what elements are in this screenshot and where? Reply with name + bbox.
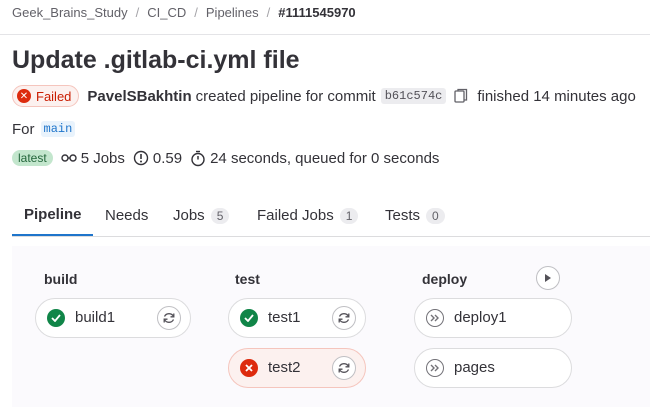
pipeline-icon: [60, 154, 77, 162]
status-badge-label: Failed: [36, 88, 72, 104]
for-label: For: [12, 120, 35, 138]
breadcrumb-separator: /: [135, 4, 140, 20]
job-name: test2: [268, 359, 301, 376]
tab-tests[interactable]: Tests 0: [385, 195, 445, 236]
job-test1[interactable]: test1: [228, 298, 366, 338]
failed-status-icon: [240, 359, 258, 377]
duration-text: 24 seconds, queued for 0 seconds: [210, 149, 440, 167]
failed-status-icon: ✕: [17, 89, 31, 103]
header-divider: [0, 34, 650, 35]
status-badge[interactable]: ✕ Failed: [12, 85, 80, 107]
pipeline-info-row: ✕ Failed PavelSBakhtin created pipeline …: [12, 85, 636, 107]
retry-icon[interactable]: [332, 306, 356, 330]
breadcrumb-separator: /: [266, 4, 271, 20]
jobs-summary-text: 5 Jobs: [80, 149, 125, 167]
retry-icon[interactable]: [332, 356, 356, 380]
breadcrumb: Geek_Brains_Study / CI_CD / Pipelines / …: [12, 3, 356, 21]
job-name: test1: [268, 309, 301, 326]
stage-title-test: test: [235, 271, 260, 287]
job-pages[interactable]: pages: [414, 348, 572, 388]
tab-count: 1: [339, 207, 359, 224]
latest-badge: latest: [12, 150, 53, 166]
breadcrumb-separator: /: [194, 4, 198, 20]
job-build1[interactable]: build1: [35, 298, 191, 338]
job-name: deploy1: [454, 309, 507, 326]
coverage: 0.59: [133, 150, 182, 167]
tab-label: Failed Jobs: [257, 207, 334, 224]
breadcrumb-item-current[interactable]: #1111545970: [278, 5, 355, 20]
finished-time: finished 14 minutes ago: [477, 87, 636, 105]
success-status-icon: [240, 309, 258, 327]
page-title: Update .gitlab-ci.yml file: [12, 46, 300, 74]
tab-jobs[interactable]: Jobs 5: [173, 195, 230, 236]
tab-label: Pipeline: [24, 206, 82, 223]
commit-sha-link[interactable]: b61c574c: [380, 88, 447, 104]
tab-count: 0: [426, 207, 445, 224]
job-name: build1: [75, 309, 116, 326]
copy-icon[interactable]: [454, 88, 468, 104]
tab-pipeline[interactable]: Pipeline: [12, 195, 93, 236]
pipeline-action-text: created pipeline for commit: [195, 87, 376, 105]
stage-title-build: build: [44, 271, 78, 287]
job-name: pages: [454, 359, 495, 376]
tab-label: Tests: [385, 207, 421, 224]
retry-icon[interactable]: [157, 306, 181, 330]
tab-needs[interactable]: Needs: [105, 195, 148, 236]
stage-title-deploy: deploy: [422, 271, 468, 287]
breadcrumb-item-project[interactable]: CI_CD: [147, 5, 186, 20]
branch-row: For main: [12, 119, 76, 139]
job-deploy1[interactable]: deploy1: [414, 298, 572, 338]
tab-failed-jobs[interactable]: Failed Jobs 1: [257, 195, 359, 236]
coverage-value: 0.59: [152, 149, 183, 167]
skipped-status-icon: [426, 309, 444, 327]
pipeline-tabs: Pipeline Needs Jobs 5 Failed Jobs 1 Test…: [12, 195, 650, 237]
pipeline-graph: build build1 test test1 test2 deploy dep…: [12, 246, 650, 407]
author-link[interactable]: PavelSBakhtin: [87, 88, 191, 105]
tab-count: 5: [210, 207, 230, 224]
jobs-summary: 5 Jobs: [60, 149, 125, 167]
success-status-icon: [47, 309, 65, 327]
breadcrumb-item-pipelines[interactable]: Pipelines: [206, 5, 259, 20]
tab-label: Needs: [105, 207, 149, 224]
skipped-status-icon: [426, 359, 444, 377]
branch-link[interactable]: main: [40, 121, 76, 137]
coverage-icon: [133, 150, 149, 166]
tab-label: Jobs: [173, 207, 205, 224]
breadcrumb-item-group[interactable]: Geek_Brains_Study: [12, 5, 128, 20]
timer-icon: [191, 150, 205, 166]
play-icon[interactable]: [536, 266, 560, 290]
job-test2[interactable]: test2: [228, 348, 366, 388]
duration: 24 seconds, queued for 0 seconds: [190, 150, 439, 167]
pipeline-meta-row: latest 5 Jobs 0.59 24 seconds, queued fo…: [12, 147, 447, 169]
